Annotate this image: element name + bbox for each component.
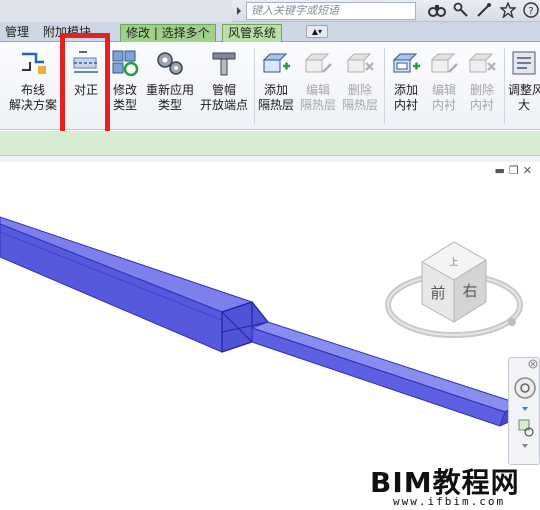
cap-open-ends-label-2: 开放端点	[199, 98, 248, 112]
ribbon-separator	[254, 48, 255, 124]
remove-lining-label-1: 删除	[469, 83, 494, 97]
ribbon-minimize-toggle[interactable]: ▲▾	[306, 25, 328, 38]
search-input[interactable]: 键入关键字或短语	[246, 2, 416, 20]
tab-modify-select-multiple[interactable]: 修改 | 选择多个	[120, 24, 216, 42]
title-bar: 键入关键字或短语 ?	[0, 0, 540, 22]
add-insulation-label-1: 添加	[263, 83, 288, 97]
edit-insulation-label-2: 隔热层	[299, 98, 336, 112]
modify-type-icon	[112, 50, 139, 77]
zoom-dropdown-icon[interactable]	[522, 444, 528, 448]
viewcube-compass-handle[interactable]	[508, 318, 516, 326]
add-lining-button[interactable]: 添加 内衬	[386, 48, 426, 124]
remove-insulation-label-2: 隔热层	[341, 98, 378, 112]
communication-center-icon[interactable]	[476, 2, 494, 20]
add-lining-label-1: 添加	[393, 83, 418, 97]
navigation-bar	[508, 357, 540, 465]
remove-lining-icon	[468, 53, 496, 73]
remove-insulation-icon	[346, 53, 374, 73]
watermark-url: www.ifbim.com	[393, 495, 506, 508]
cap-open-ends-icon	[212, 52, 236, 76]
routing-solutions-icon	[22, 52, 46, 74]
edit-insulation-label-1: 编辑	[305, 83, 330, 97]
remove-lining-label-2: 内衬	[469, 98, 494, 112]
ribbon-separator	[384, 48, 385, 124]
edit-lining-button[interactable]: 编辑 内衬	[424, 48, 464, 124]
tab-manage[interactable]: 管理	[0, 24, 34, 42]
duct-sizing-icon	[512, 51, 536, 75]
infocenter-toolbar: ?	[428, 1, 540, 20]
justify-highlight-box	[60, 33, 110, 139]
navbar-close-icon[interactable]	[528, 359, 538, 369]
add-insulation-button[interactable]: 添加 隔热层	[256, 48, 296, 124]
duct-sizing-button[interactable]: 调整风 大	[508, 48, 540, 124]
title-strip	[0, 0, 232, 22]
viewcube[interactable]: 前 右 上	[382, 222, 532, 372]
svg-text:?: ?	[529, 6, 534, 17]
duct-sizing-label-2: 大	[517, 98, 530, 112]
reapply-type-label-1: 重新应用	[145, 83, 194, 97]
add-lining-label-2: 内衬	[393, 98, 418, 112]
routing-solutions-label-1: 布线	[20, 83, 45, 97]
edit-insulation-button[interactable]: 编辑 隔热层	[298, 48, 338, 124]
routing-solutions-button[interactable]: 布线 解决方案	[8, 48, 58, 124]
remove-lining-button[interactable]: 删除 内衬	[462, 48, 502, 124]
add-insulation-label-2: 隔热层	[257, 98, 294, 112]
viewcube-front-label: 前	[430, 284, 445, 302]
duct-sizing-label-1: 调整风	[508, 83, 540, 97]
steering-wheel-icon[interactable]	[514, 377, 536, 399]
edit-insulation-icon	[304, 53, 332, 73]
edit-lining-label-2: 内衬	[431, 98, 456, 112]
reapply-type-button[interactable]: 重新应用 类型	[144, 48, 196, 124]
remove-insulation-button[interactable]: 删除 隔热层	[340, 48, 380, 124]
3d-view-canvas[interactable]: ▬❐✕ 前 右 上	[0, 162, 540, 510]
modify-type-label-1: 修改	[112, 83, 137, 97]
reapply-type-gears-icon	[157, 52, 183, 75]
add-lining-icon	[392, 53, 420, 73]
remove-insulation-label-1: 删除	[347, 83, 372, 97]
binoculars-icon[interactable]	[428, 2, 446, 20]
subscription-key-icon[interactable]	[452, 2, 470, 20]
ribbon-separator	[504, 48, 505, 124]
search-expand-arrow-icon[interactable]	[234, 3, 244, 19]
cap-open-ends-button[interactable]: 管帽 开放端点	[198, 48, 250, 124]
edit-lining-icon	[430, 53, 458, 73]
tab-duct-systems[interactable]: 风管系统	[222, 24, 283, 42]
reapply-type-label-2: 类型	[157, 98, 182, 112]
viewcube-right-label: 右	[462, 282, 477, 300]
modify-type-button[interactable]: 修改 类型	[108, 48, 142, 124]
routing-solutions-label-2: 解决方案	[8, 98, 57, 112]
help-icon[interactable]: ?	[523, 2, 540, 20]
modify-type-label-2: 类型	[112, 98, 137, 112]
options-bar	[0, 131, 540, 156]
favorites-star-icon[interactable]	[498, 1, 517, 20]
steering-wheel-dropdown-icon[interactable]	[522, 407, 528, 411]
zoom-region-icon[interactable]	[518, 419, 534, 437]
cap-open-ends-label-1: 管帽	[211, 83, 236, 97]
viewcube-top-label: 上	[449, 257, 458, 268]
add-insulation-icon	[262, 53, 290, 73]
edit-lining-label-1: 编辑	[431, 83, 456, 97]
